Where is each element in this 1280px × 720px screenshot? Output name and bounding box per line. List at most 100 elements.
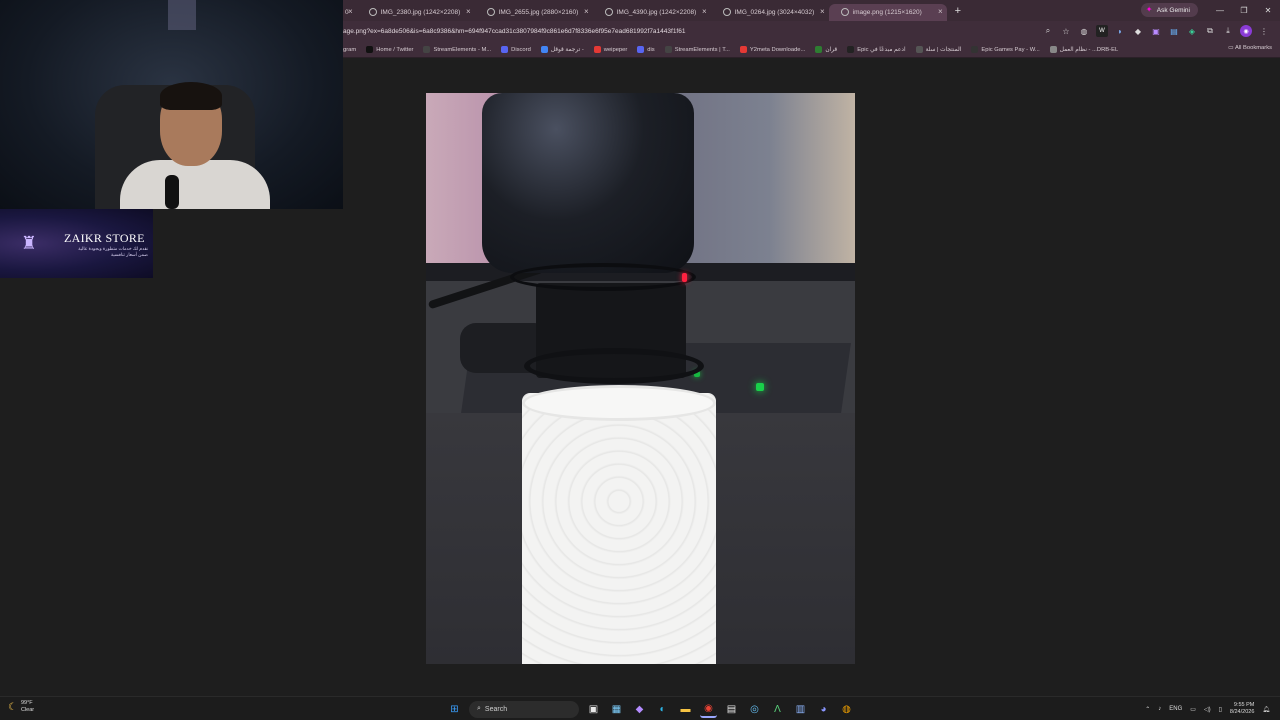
start-icon[interactable]: ⊞ <box>446 701 463 718</box>
tab-active[interactable]: image.png (1215×1620) × <box>828 3 947 21</box>
bookmark-item[interactable]: StreamElements | T... <box>664 46 730 53</box>
extension-icon[interactable]: ▣ <box>1150 25 1162 37</box>
bookmarks-bar: gram Home / Twitter StreamElements - M..… <box>343 42 1280 58</box>
bookmark-label: Epic Games Pay - W... <box>981 46 1040 53</box>
new-tab-button[interactable]: + <box>955 5 961 17</box>
bookmark-item[interactable]: ترجمة قوقل - <box>540 46 584 53</box>
tab-strip: 0 × IMG_2380.jpg (1242×2208) × IMG_2655.… <box>343 0 1280 21</box>
all-bookmarks-button[interactable]: ▭ All Bookmarks <box>1228 45 1272 51</box>
download-icon[interactable]: ⤓ <box>1222 25 1234 37</box>
minimize-button[interactable]: — <box>1208 0 1232 21</box>
notification-bell-icon[interactable]: 🔔︎ <box>1262 706 1270 713</box>
tab-item[interactable]: IMG_2380.jpg (1242×2208) × <box>357 4 475 21</box>
tab-favicon-icon <box>604 7 613 16</box>
battery-icon[interactable]: ▯ <box>1219 706 1222 713</box>
close-window-button[interactable]: ✕ <box>1256 0 1280 21</box>
tab-close-icon[interactable]: × <box>938 7 943 16</box>
search-label: Search <box>484 705 508 713</box>
restore-button[interactable]: ❐ <box>1232 0 1256 21</box>
clock[interactable]: 9:55 PM 8/24/2026 <box>1230 702 1254 716</box>
tray-overflow-icon[interactable]: ⌃ <box>1145 706 1150 713</box>
bookmark-label: dis <box>647 46 655 53</box>
file-explorer-icon[interactable]: ▬ <box>677 701 694 718</box>
photo-paper-towel-top <box>522 385 716 421</box>
bookmark-item[interactable]: Epic ادعم مبدعًا في <box>847 46 906 53</box>
taskbar-search[interactable]: ⌕ Search <box>469 700 579 718</box>
chrome-icon[interactable]: ◉ <box>700 701 717 718</box>
displayed-image[interactable] <box>426 93 855 664</box>
bookmark-label: weipeper <box>603 46 628 53</box>
tab-close-icon[interactable]: × <box>702 7 707 16</box>
task-view-icon[interactable]: ▣ <box>585 701 602 718</box>
epic-games-icon <box>971 46 979 53</box>
clock-date: 8/24/2026 <box>1229 709 1255 715</box>
tab-title: IMG_0264.jpg (3024×4032) <box>734 8 815 16</box>
taskbar-apps: ⊞ ⌕ Search ▣ ▦ ◆ ◐ ▬ ◉ ▤ ◎ Λ ▥ ◕ ◍ <box>446 699 855 719</box>
url-field[interactable]: age.png?ex=6a8de506&is=6a8c9386&hm=694f9… <box>343 25 1023 39</box>
extension-icon[interactable]: ◆ <box>1132 25 1144 37</box>
tab-favicon-icon <box>486 7 495 16</box>
tab-close-icon[interactable]: × <box>584 7 589 16</box>
tab-item[interactable]: IMG_4390.jpg (1242×2208) × <box>593 4 711 21</box>
bookmark-item[interactable]: قران <box>815 46 837 53</box>
extension-icon[interactable]: W <box>1096 25 1108 37</box>
extension-icon[interactable]: ◍ <box>1078 25 1090 37</box>
screen: ♜ ZAIKR STORE نقدم لك خدمات متطورة وبجود… <box>0 0 1280 720</box>
volume-icon[interactable]: ◁) <box>1204 706 1211 713</box>
app-icon[interactable]: Λ <box>769 701 786 718</box>
bookmark-item[interactable]: المنتجات | سلة <box>915 46 961 53</box>
tab-title: IMG_2655.jpg (2880×2160) <box>498 8 579 16</box>
streamelements-icon <box>423 46 431 53</box>
bookmark-label: gram <box>343 46 357 53</box>
extension-icon[interactable]: ▤ <box>1168 25 1180 37</box>
bookmark-star-icon[interactable]: ☆ <box>1060 25 1072 37</box>
discord-icon <box>501 46 509 53</box>
tab-close-icon[interactable]: × <box>348 7 353 16</box>
menu-kebab-icon[interactable]: ⋮ <box>1258 25 1270 37</box>
language-indicator[interactable]: ENG <box>1169 706 1182 712</box>
toolbar-icons: ⌕ ☆ ◍ W ◗ ◆ ▣ ▤ ◈ ⧉ ⤓ ◉ ⋮ <box>1042 25 1270 37</box>
edge-icon[interactable]: ◐ <box>654 701 671 718</box>
weather-temperature: 99°F <box>20 700 33 706</box>
tab-item[interactable]: IMG_2655.jpg (2880×2160) × <box>475 4 593 21</box>
taskbar: ☾ 99°F Clear ⊞ ⌕ Search ▣ ▦ ◆ ◐ ▬ ◉ ▤ ◎ … <box>0 696 1280 720</box>
bookmark-item[interactable]: Epic Games Pay - W... <box>971 46 1040 53</box>
quran-icon <box>815 46 823 53</box>
weather-widget[interactable]: ☾ 99°F Clear <box>8 700 34 714</box>
tab-close-icon[interactable]: × <box>466 7 471 16</box>
store-icon[interactable]: ▦ <box>608 701 625 718</box>
tab-favicon-icon <box>840 7 849 16</box>
app-icon[interactable]: ▥ <box>792 701 809 718</box>
tab-item[interactable]: IMG_0264.jpg (3024×4032) × <box>711 4 829 21</box>
bookmark-item[interactable]: نظام العمل - ...DRB-EL <box>1049 46 1118 53</box>
bookmark-item[interactable]: weipeper <box>593 46 628 53</box>
microphone-icon[interactable]: ♪ <box>1158 706 1161 712</box>
wall-poster <box>168 0 196 30</box>
app-icon[interactable]: ◍ <box>838 701 855 718</box>
tab-close-icon[interactable]: × <box>820 7 825 16</box>
streamelements-icon <box>664 46 672 53</box>
bookmark-item[interactable]: dis <box>637 46 655 53</box>
extension-icon[interactable]: ◈ <box>1186 25 1198 37</box>
ask-gemini-button[interactable]: ✦ Ask Gemini <box>1140 3 1198 17</box>
discord-icon[interactable]: ◕ <box>815 701 832 718</box>
steam-icon[interactable]: ◎ <box>746 701 763 718</box>
bookmark-label: Epic ادعم مبدعًا في <box>857 46 906 53</box>
extensions-puzzle-icon[interactable]: ⧉ <box>1204 25 1216 37</box>
bookmark-item[interactable]: Discord <box>501 46 531 53</box>
profile-avatar-icon[interactable]: ◉ <box>1240 25 1252 37</box>
bookmark-item[interactable]: Home / Twitter <box>366 46 413 53</box>
weather-text: 99°F Clear <box>21 700 34 714</box>
salla-icon <box>915 46 923 53</box>
bookmark-item[interactable]: StreamElements - M... <box>423 46 491 53</box>
app-icon[interactable]: ◆ <box>631 701 648 718</box>
moon-icon: ☾ <box>8 701 17 713</box>
extension-icon[interactable]: ◗ <box>1114 25 1126 37</box>
tab-item[interactable]: 0 × <box>343 4 357 21</box>
tab-title: image.png (1215×1620) <box>852 8 922 16</box>
bookmark-item[interactable]: Y2meta Downloade... <box>739 46 805 53</box>
bookmark-item[interactable]: gram <box>343 47 356 53</box>
network-icon[interactable]: ▭ <box>1190 706 1196 713</box>
zoom-icon[interactable]: ⌕ <box>1042 25 1054 37</box>
app-icon[interactable]: ▤ <box>723 701 740 718</box>
